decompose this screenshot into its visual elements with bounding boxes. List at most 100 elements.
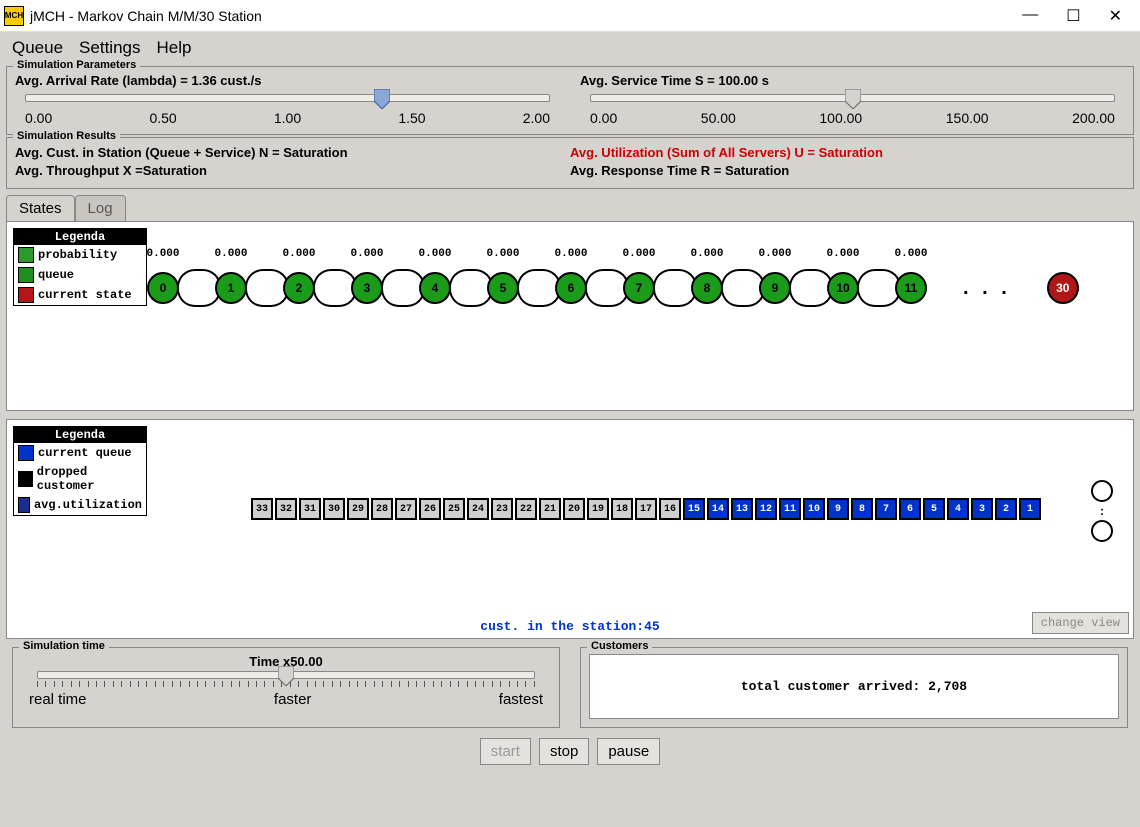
simulation-results-group: Simulation Results Avg. Cust. in Station… [6,137,1134,189]
circle-icon [1091,480,1113,502]
group-title: Simulation Parameters [13,59,140,71]
swatch-avg-util [18,497,30,513]
state-node: 20.000 [283,272,315,304]
result-r: Avg. Response Time R = Saturation [570,162,1125,180]
state-node: 60.000 [555,272,587,304]
slider-thumb[interactable] [845,89,861,109]
menu-settings[interactable]: Settings [79,38,140,58]
state-node: 10.000 [215,272,247,304]
queue-slot-active: 6 [899,498,921,520]
minimize-icon[interactable]: — [1022,6,1038,26]
arrival-rate-slider[interactable] [25,94,550,102]
window-title: jMCH - Markov Chain M/M/30 Station [30,8,262,24]
queue-slot-active: 1 [1019,498,1041,520]
queue-slot: 33 [251,498,273,520]
queue-slot: 20 [563,498,585,520]
slider-thumb[interactable] [374,89,390,109]
menu-queue[interactable]: Queue [12,38,63,58]
control-buttons: start stop pause [0,738,1140,765]
queue-slot: 28 [371,498,393,520]
queue-panel: Legenda current queue dropped customer a… [6,419,1134,639]
queue-slot-active: 5 [923,498,945,520]
state-node: 70.000 [623,272,655,304]
queue-slot-active: 12 [755,498,777,520]
chain-ellipsis: . . . [963,277,1011,300]
queue-slot: 21 [539,498,561,520]
state-node: 50.000 [487,272,519,304]
queue-slot-active: 11 [779,498,801,520]
titlebar: MCH jMCH - Markov Chain M/M/30 Station —… [0,0,1140,32]
queue-slot-active: 3 [971,498,993,520]
queue-slot: 31 [299,498,321,520]
time-slider[interactable] [37,671,535,679]
group-title: Customers [587,640,652,652]
state-node: 40.000 [419,272,451,304]
queue-slot: 22 [515,498,537,520]
arrival-rate-label: Avg. Arrival Rate (lambda) = 1.36 cust./… [15,73,560,88]
swatch-current-queue [18,445,34,461]
state-node-current: 300.000 [1047,272,1079,304]
tabs: States Log [6,195,1134,221]
queue-slot: 30 [323,498,345,520]
start-button[interactable]: start [480,738,531,765]
queue-slot: 32 [275,498,297,520]
states-panel: Legenda probability queue current state … [6,221,1134,411]
state-node: 100.000 [827,272,859,304]
swatch-queue [18,267,34,283]
queue-slot-active: 2 [995,498,1017,520]
close-icon[interactable]: ✕ [1109,6,1122,26]
queue-slot-active: 4 [947,498,969,520]
tab-log[interactable]: Log [75,195,126,221]
menubar: Queue Settings Help [0,32,1140,64]
queue-slot: 16 [659,498,681,520]
queue-slot: 25 [443,498,465,520]
markov-chain: 00.000 10.000 20.000 30.000 40.000 50.000 60.0… [147,272,1123,304]
state-node: 90.000 [759,272,791,304]
queue-slot: 24 [467,498,489,520]
queue-slot-active: 8 [851,498,873,520]
legend-title: Legenda [14,229,146,245]
queue-slot: 23 [491,498,513,520]
swatch-probability [18,247,34,263]
simulation-time-group: Simulation time Time x50.00 real time fa… [12,647,560,728]
state-node: 80.000 [691,272,723,304]
legend-title: Legenda [14,427,146,443]
queue-slot-active: 10 [803,498,825,520]
queue-visual: 3332313029282726252423222120191817161514… [251,498,1041,520]
queue-slot: 17 [635,498,657,520]
simulation-parameters-group: Simulation Parameters Avg. Arrival Rate … [6,66,1134,135]
circle-icon [1091,520,1113,542]
group-title: Simulation time [19,640,109,652]
pause-button[interactable]: pause [597,738,660,765]
queue-slot: 26 [419,498,441,520]
result-u: Avg. Utilization (Sum of All Servers) U … [570,144,1125,162]
queue-slot: 29 [347,498,369,520]
queue-slot-active: 9 [827,498,849,520]
swatch-current-state [18,287,34,303]
queue-slot-active: 14 [707,498,729,520]
result-x: Avg. Throughput X =Saturation [15,162,570,180]
customers-total-text: total customer arrived: 2,708 [589,654,1119,719]
app-icon: MCH [4,6,24,26]
states-legend: Legenda probability queue current state [13,228,147,306]
service-time-label: Avg. Service Time S = 100.00 s [580,73,1125,88]
customers-group: Customers total customer arrived: 2,708 [580,647,1128,728]
queue-slot: 18 [611,498,633,520]
customers-in-station-text: cust. in the station:45 [480,619,659,634]
swatch-dropped [18,471,33,487]
state-node: 00.000 [147,272,179,304]
queue-slot-active: 15 [683,498,705,520]
queue-legend: Legenda current queue dropped customer a… [13,426,147,516]
change-view-button[interactable]: change view [1032,612,1129,634]
slider-thumb[interactable] [278,666,294,686]
service-ticks: 0.00 50.00 100.00 150.00 200.00 [590,110,1115,126]
tab-states[interactable]: States [6,195,75,221]
state-node: 30.000 [351,272,383,304]
output-circles: : [1091,480,1113,542]
state-node: 110.000 [895,272,927,304]
service-time-slider[interactable] [590,94,1115,102]
menu-help[interactable]: Help [156,38,191,58]
group-title: Simulation Results [13,130,120,142]
stop-button[interactable]: stop [539,738,589,765]
maximize-icon[interactable]: ☐ [1066,6,1080,26]
